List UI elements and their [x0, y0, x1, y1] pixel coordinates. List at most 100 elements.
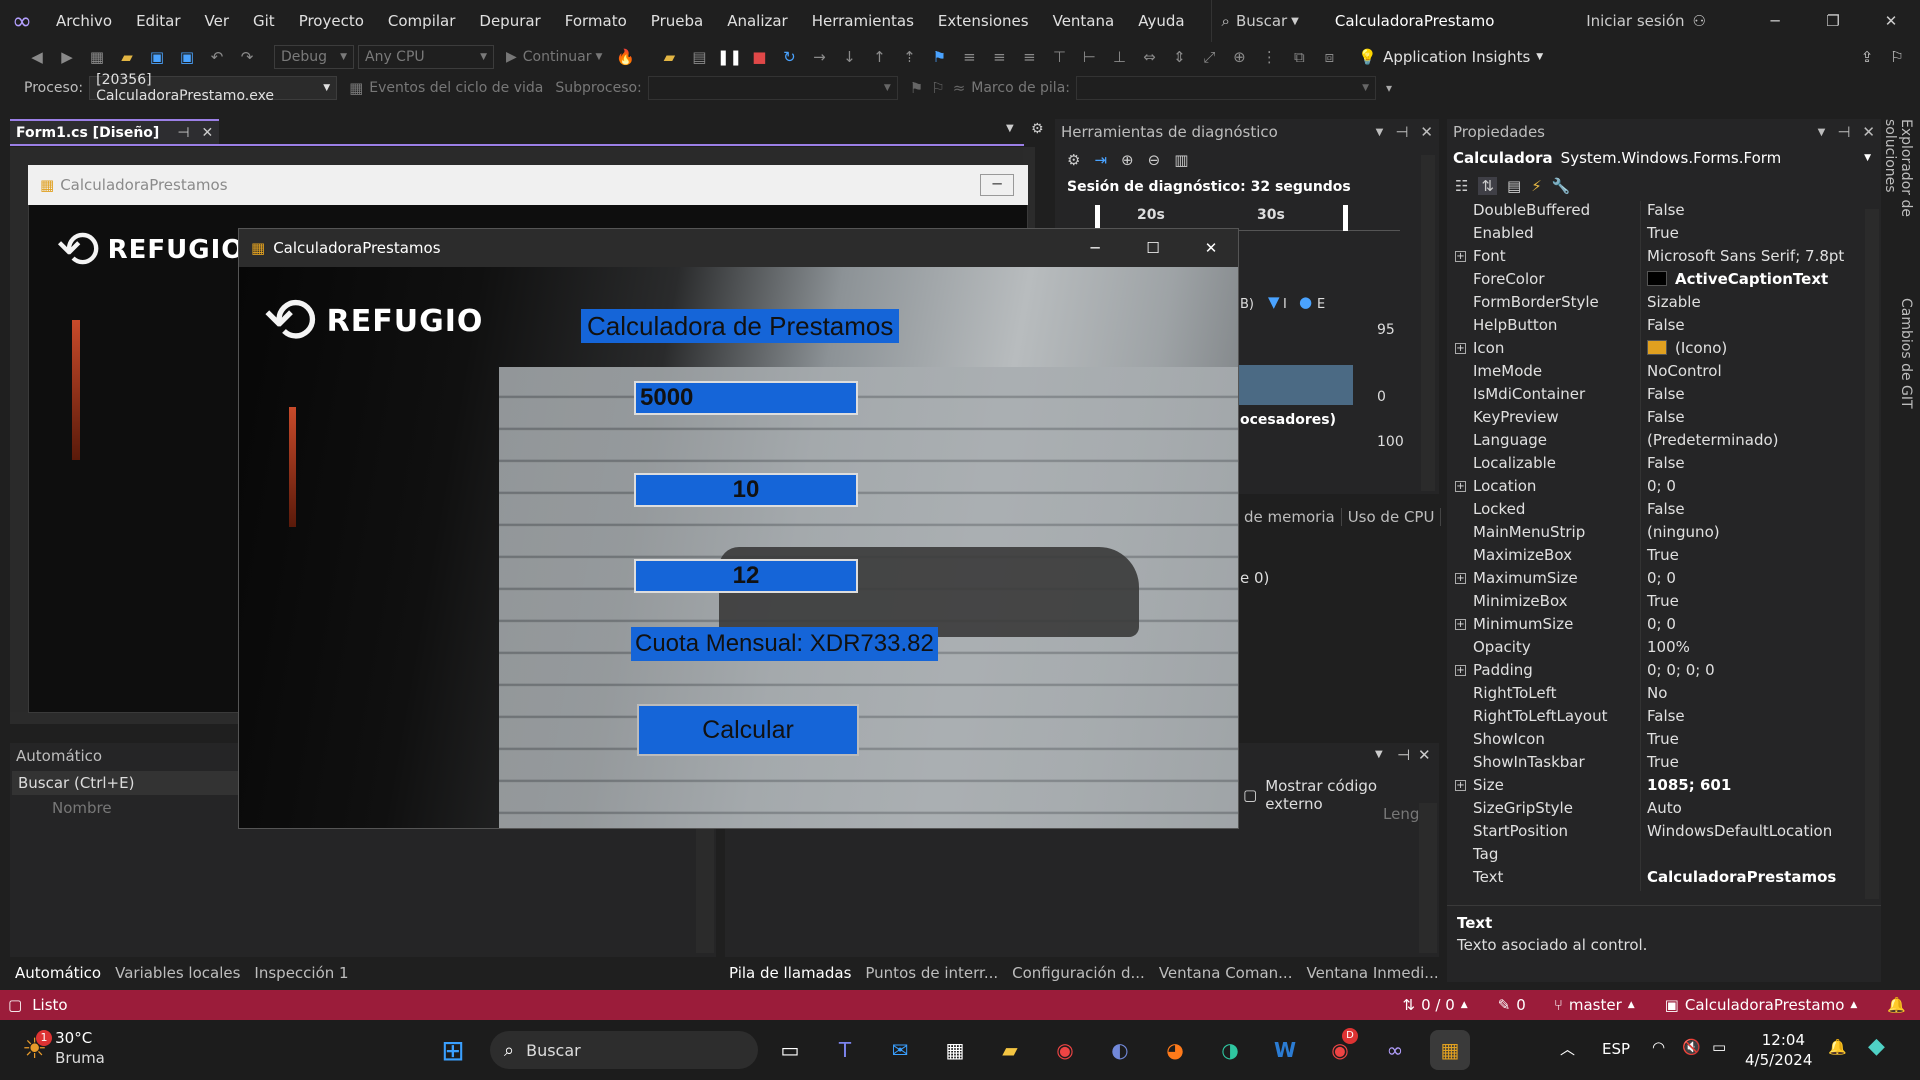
- folder-icon[interactable]: ▰: [656, 44, 682, 70]
- redo-icon[interactable]: ↷: [234, 44, 260, 70]
- align-center-icon[interactable]: ≡: [986, 44, 1012, 70]
- thread-combo[interactable]: ▼: [647, 76, 898, 100]
- property-value[interactable]: True: [1641, 753, 1865, 776]
- same-width-icon[interactable]: ⇔: [1136, 44, 1162, 70]
- menu-item[interactable]: Editar: [124, 0, 192, 42]
- property-value[interactable]: 100%: [1641, 638, 1865, 661]
- teams-icon[interactable]: T: [825, 1030, 865, 1070]
- pin-icon[interactable]: ⊣: [1397, 746, 1410, 764]
- align-right-icon[interactable]: ≡: [1016, 44, 1042, 70]
- visual-studio-logo-icon[interactable]: ∞: [0, 0, 44, 42]
- property-row[interactable]: DoubleBuffered False: [1451, 201, 1865, 224]
- expand-icon[interactable]: +: [1455, 251, 1466, 262]
- property-row[interactable]: ShowIcon True: [1451, 730, 1865, 753]
- property-value[interactable]: (Predeterminado): [1641, 431, 1865, 454]
- tab-form1-designer[interactable]: Form1.cs [Diseño] ⊣ ✕: [10, 119, 220, 145]
- term-months-input[interactable]: 12: [634, 559, 858, 593]
- status-repo[interactable]: CalculadoraPrestamo: [1685, 996, 1845, 1014]
- column-language[interactable]: Leng: [1383, 805, 1419, 823]
- property-row[interactable]: RightToLeftLayout False: [1451, 707, 1865, 730]
- volume-icon[interactable]: 🔇: [1682, 1038, 1701, 1056]
- property-row[interactable]: MainMenuStrip (ninguno): [1451, 523, 1865, 546]
- property-value[interactable]: 0; 0: [1641, 477, 1865, 500]
- chevron-down-icon[interactable]: ▼: [1376, 127, 1384, 138]
- property-row[interactable]: StartPosition WindowsDefaultLocation: [1451, 822, 1865, 845]
- hot-reload-icon[interactable]: 🔥: [612, 44, 638, 70]
- word-icon[interactable]: W: [1265, 1030, 1305, 1070]
- stack-icon[interactable]: ≈: [953, 79, 966, 97]
- tab-order-icon[interactable]: ⧈: [1316, 44, 1342, 70]
- threads-icon[interactable]: ⚐: [931, 79, 944, 97]
- expand-icon[interactable]: +: [1455, 619, 1466, 630]
- property-pages-icon[interactable]: 🔧: [1552, 177, 1571, 195]
- menu-item[interactable]: Proyecto: [287, 0, 376, 42]
- notification-bell-icon[interactable]: 🔔: [1828, 1038, 1847, 1056]
- property-value[interactable]: 0; 0: [1641, 615, 1865, 638]
- property-row[interactable]: RightToLeft No: [1451, 684, 1865, 707]
- menu-item[interactable]: Git: [241, 0, 287, 42]
- overflow-icon[interactable]: ▾: [1386, 81, 1392, 95]
- chart-icon[interactable]: ▥: [1174, 151, 1188, 169]
- language-indicator[interactable]: ESP: [1602, 1040, 1630, 1058]
- menu-item[interactable]: Ver: [193, 0, 242, 42]
- screen-icon[interactable]: ▤: [686, 44, 712, 70]
- property-value[interactable]: NoControl: [1641, 362, 1865, 385]
- events-icon[interactable]: ⚡: [1531, 177, 1542, 195]
- feedback-icon[interactable]: ⚐: [1884, 44, 1910, 70]
- property-row[interactable]: Enabled True: [1451, 224, 1865, 247]
- property-row[interactable]: ForeColor ActiveCaptionText: [1451, 270, 1865, 293]
- bottom-tab[interactable]: Variables locales: [108, 964, 247, 982]
- close-button[interactable]: ✕: [1862, 12, 1920, 30]
- property-row[interactable]: Opacity 100%: [1451, 638, 1865, 661]
- property-value[interactable]: False: [1641, 707, 1865, 730]
- wifi-icon[interactable]: ◠: [1652, 1038, 1665, 1056]
- close-icon[interactable]: ✕: [1862, 123, 1875, 141]
- stack-frame-combo[interactable]: ▼: [1076, 76, 1376, 100]
- interest-rate-input[interactable]: 10: [634, 473, 858, 507]
- menu-item[interactable]: Ayuda: [1126, 0, 1196, 42]
- output-icon[interactable]: ▢: [8, 996, 22, 1014]
- bottom-tab[interactable]: Ventana Coman...: [1152, 964, 1300, 982]
- property-value[interactable]: False: [1641, 408, 1865, 431]
- settings-icon[interactable]: ⚙: [1031, 121, 1044, 137]
- property-value[interactable]: ActiveCaptionText: [1641, 270, 1865, 293]
- categorized-icon[interactable]: ☷: [1455, 177, 1468, 195]
- align-bottom-icon[interactable]: ⊥: [1106, 44, 1132, 70]
- account-icon[interactable]: ⚇: [1693, 12, 1706, 30]
- side-tab-git-changes[interactable]: Cambios de GIT: [1888, 298, 1914, 418]
- menu-item[interactable]: Analizar: [715, 0, 800, 42]
- align-middle-icon[interactable]: ⊢: [1076, 44, 1102, 70]
- edge-icon[interactable]: ◑: [1210, 1030, 1250, 1070]
- bottom-tab[interactable]: Ventana Inmedi...: [1299, 964, 1445, 982]
- expand-icon[interactable]: +: [1455, 573, 1466, 584]
- property-value[interactable]: 0; 0: [1641, 569, 1865, 592]
- app-minimize-button[interactable]: ─: [1066, 239, 1124, 257]
- property-value[interactable]: False: [1641, 454, 1865, 477]
- properties-vscroll[interactable]: [1865, 209, 1879, 899]
- share-icon[interactable]: ⇪: [1854, 44, 1880, 70]
- mail-icon[interactable]: ✉: [880, 1030, 920, 1070]
- weather-widget[interactable]: ☀ 1 30°C Bruma: [22, 1028, 105, 1068]
- windows-start-icon[interactable]: ⊞: [433, 1030, 473, 1070]
- property-row[interactable]: Tag: [1451, 845, 1865, 868]
- export-icon[interactable]: ⇥: [1094, 151, 1107, 169]
- app-close-button[interactable]: ✕: [1182, 239, 1238, 257]
- process-combo[interactable]: [20356] CalculadoraPrestamo.exe ▼: [89, 72, 338, 104]
- zoom-out-icon[interactable]: ⊖: [1148, 151, 1161, 169]
- task-view-icon[interactable]: ▭: [770, 1030, 810, 1070]
- property-value[interactable]: False: [1641, 500, 1865, 523]
- align-left-icon[interactable]: ≡: [956, 44, 982, 70]
- property-row[interactable]: KeyPreview False: [1451, 408, 1865, 431]
- menu-item[interactable]: Formato: [553, 0, 639, 42]
- property-value[interactable]: (ninguno): [1641, 523, 1865, 546]
- properties-icon[interactable]: ▤: [1507, 177, 1521, 195]
- property-row[interactable]: Language (Predeterminado): [1451, 431, 1865, 454]
- bottom-tab[interactable]: Pila de llamadas: [722, 964, 858, 982]
- zoom-grid-icon[interactable]: ⊕: [1226, 44, 1252, 70]
- bottom-tab[interactable]: Inspección 1: [247, 964, 355, 982]
- property-value[interactable]: False: [1641, 201, 1865, 224]
- expand-icon[interactable]: +: [1455, 481, 1466, 492]
- step-out-icon[interactable]: ↑: [866, 44, 892, 70]
- menu-item[interactable]: Depurar: [467, 0, 552, 42]
- property-row[interactable]: + Size 1085; 601: [1451, 776, 1865, 799]
